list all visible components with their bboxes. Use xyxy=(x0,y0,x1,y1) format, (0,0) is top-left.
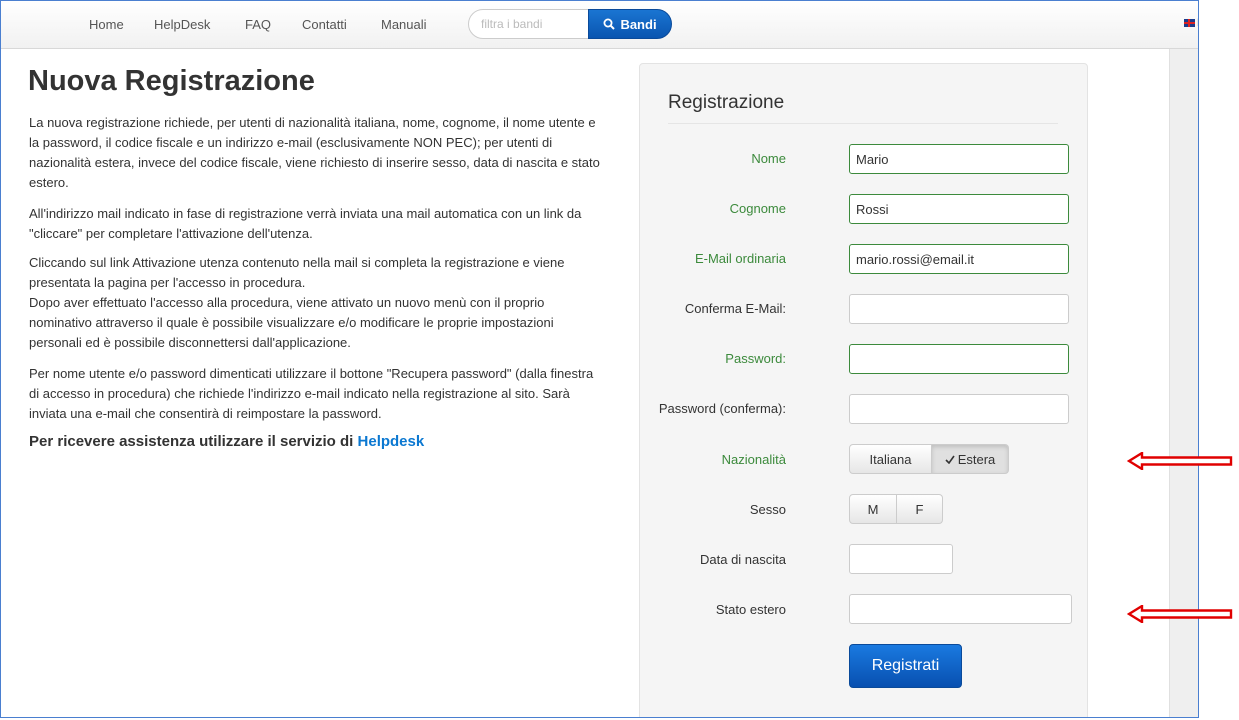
estera-option[interactable]: Estera xyxy=(932,444,1009,474)
cognome-label: Cognome xyxy=(729,201,786,216)
registration-title: Registrazione xyxy=(668,92,785,113)
intro-paragraph: La nuova registrazione richiede, per ute… xyxy=(29,115,600,190)
password-input[interactable] xyxy=(849,344,1069,374)
intro-paragraph: Per nome utente e/o password dimenticati… xyxy=(29,366,594,421)
nav-faq-link[interactable]: FAQ xyxy=(245,17,271,32)
browser-viewport: Home HelpDesk FAQ Contatti Manuali Bandi… xyxy=(0,0,1199,718)
nome-label: Nome xyxy=(751,151,786,166)
italiana-option[interactable]: Italiana xyxy=(849,444,932,474)
birth-date-label: Data di nascita xyxy=(700,552,786,567)
intro-paragraph: All'indirizzo mail indicato in fase di r… xyxy=(29,206,582,241)
left-arrow-icon xyxy=(1127,452,1233,470)
confirm-password-label: Password (conferma): xyxy=(658,401,786,416)
password-label: Password: xyxy=(725,351,786,366)
uk-flag-icon xyxy=(1184,19,1195,27)
nav-helpdesk-link[interactable]: HelpDesk xyxy=(154,17,210,32)
confirm-email-input[interactable] xyxy=(849,294,1069,324)
page-title: Nuova Registrazione xyxy=(28,65,315,97)
registrati-button[interactable]: Registrati xyxy=(849,644,962,688)
birth-date-input[interactable] xyxy=(849,544,953,574)
intro-paragraph: Dopo aver effettuato l'accesso alla proc… xyxy=(29,295,554,350)
language-switch[interactable]: En xyxy=(1184,17,1198,29)
confirm-email-label: Conferma E-Mail: xyxy=(684,301,786,316)
nazionalita-toggle: Italiana Estera xyxy=(849,444,1009,474)
sex-m-option[interactable]: M xyxy=(849,494,897,524)
nav-contatti-link[interactable]: Contatti xyxy=(302,17,347,32)
sex-f-label: F xyxy=(915,501,924,517)
top-navbar: Home HelpDesk FAQ Contatti Manuali Bandi… xyxy=(1,1,1198,49)
bandi-search: Bandi xyxy=(468,9,672,39)
helpdesk-link[interactable]: Helpdesk xyxy=(358,433,425,450)
confirm-password-input[interactable] xyxy=(849,394,1069,424)
sex-f-option[interactable]: F xyxy=(897,494,943,524)
foreign-state-input[interactable] xyxy=(849,594,1072,624)
checkmark-icon xyxy=(945,455,955,464)
language-label: En xyxy=(1197,17,1198,29)
foreign-state-label: Stato estero xyxy=(715,602,786,617)
sesso-label: Sesso xyxy=(749,502,786,517)
bandi-search-button[interactable]: Bandi xyxy=(588,9,672,39)
italiana-option-label: Italiana xyxy=(869,451,912,467)
assistance-text: Per ricevere assistenza utilizzare il se… xyxy=(29,433,354,450)
email-input[interactable] xyxy=(849,244,1069,274)
cognome-input[interactable] xyxy=(849,194,1069,224)
magnifier-icon xyxy=(603,18,616,30)
estera-option-label: Estera xyxy=(957,451,996,467)
nazionalita-label: Nazionalità xyxy=(721,452,786,467)
sex-m-label: M xyxy=(867,501,879,517)
bandi-search-label: Bandi xyxy=(620,16,657,32)
intro-paragraph: Cliccando sul link Attivazione utenza co… xyxy=(29,255,565,290)
assistance-line: Per ricevere assistenza utilizzare il se… xyxy=(29,433,424,450)
nav-home-link[interactable]: Home xyxy=(89,17,124,32)
title-divider xyxy=(668,123,1058,124)
nome-input[interactable] xyxy=(849,144,1069,174)
sesso-toggle: M F xyxy=(849,494,943,524)
nav-manuali-link[interactable]: Manuali xyxy=(381,17,427,32)
bandi-filter-input[interactable] xyxy=(468,9,598,39)
left-arrow-icon xyxy=(1127,605,1233,623)
email-label: E-Mail ordinaria xyxy=(694,251,786,266)
